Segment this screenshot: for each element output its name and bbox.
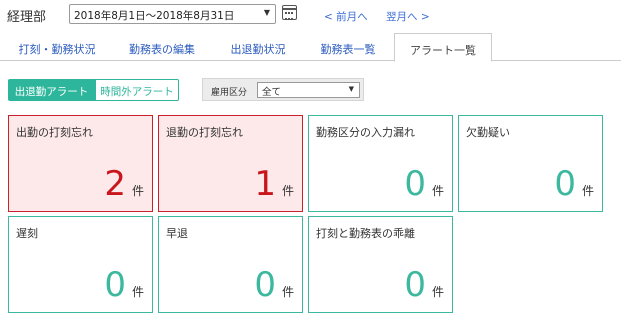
card-count: 0 xyxy=(404,265,426,305)
card-unit: 件 xyxy=(281,184,294,198)
employment-select[interactable]: 全て ▼ xyxy=(257,82,360,98)
card-unit: 件 xyxy=(431,285,444,299)
overtime-alert-toggle[interactable]: 時間外アラート xyxy=(95,79,179,101)
page-header: 経理部 2018年8月1日～2018年8月31日 ▼ < 前月へ 翌月へ > xyxy=(0,0,621,30)
card-unit: 件 xyxy=(431,184,444,198)
chevron-down-icon: ▼ xyxy=(263,8,270,17)
card-count: 2 xyxy=(104,164,126,204)
card-count: 0 xyxy=(554,164,576,204)
card-unit: 件 xyxy=(131,184,144,198)
tab-clock-status[interactable]: 打刻・勤務状況 xyxy=(8,33,106,61)
prev-month-link[interactable]: < 前月へ xyxy=(324,9,368,24)
card-count: 1 xyxy=(254,164,276,204)
attendance-alert-toggle[interactable]: 出退勤アラート xyxy=(8,79,95,101)
period-select[interactable]: 2018年8月1日～2018年8月31日 ▼ xyxy=(69,4,276,24)
department-name: 経理部 xyxy=(7,10,47,25)
tab-bar: 打刻・勤務状況 勤務表の編集 出退勤状況 勤務表一覧 アラート一覧 xyxy=(0,33,621,62)
employment-filter-label: 雇用区分 xyxy=(211,88,248,98)
card-count: 0 xyxy=(254,265,276,305)
alert-card-missed-clock-in[interactable]: 出勤の打刻忘れ 2 件 xyxy=(8,115,153,212)
card-title: 勤務区分の入力漏れ xyxy=(316,126,415,139)
tab-edit-timesheet[interactable]: 勤務表の編集 xyxy=(113,33,211,61)
card-title: 早退 xyxy=(166,227,188,240)
card-count: 0 xyxy=(404,164,426,204)
card-unit: 件 xyxy=(131,285,144,299)
tab-attendance-status[interactable]: 出退勤状況 xyxy=(215,33,301,61)
chevron-down-icon: ▼ xyxy=(348,85,354,93)
card-unit: 件 xyxy=(281,285,294,299)
card-title: 遅刻 xyxy=(16,227,38,240)
employment-select-value: 全て xyxy=(262,87,282,98)
alert-card-clock-timesheet-gap[interactable]: 打刻と勤務表の乖離 0 件 xyxy=(308,216,453,313)
card-title: 退勤の打刻忘れ xyxy=(166,126,243,139)
card-title: 打刻と勤務表の乖離 xyxy=(316,227,415,240)
card-title: 欠勤疑い xyxy=(466,126,510,139)
alert-card-missing-work-type[interactable]: 勤務区分の入力漏れ 0 件 xyxy=(308,115,453,212)
card-unit: 件 xyxy=(581,184,594,198)
alert-card-missed-clock-out[interactable]: 退勤の打刻忘れ 1 件 xyxy=(158,115,303,212)
period-value: 2018年8月1日～2018年8月31日 xyxy=(74,10,235,22)
alert-card-late[interactable]: 遅刻 0 件 xyxy=(8,216,153,313)
next-month-link[interactable]: 翌月へ > xyxy=(386,9,430,24)
tab-alert-list[interactable]: アラート一覧 xyxy=(394,33,492,62)
calendar-icon[interactable] xyxy=(282,5,297,20)
card-count: 0 xyxy=(104,265,126,305)
alert-card-early-leave[interactable]: 早退 0 件 xyxy=(158,216,303,313)
tab-timesheet-list[interactable]: 勤務表一覧 xyxy=(305,33,391,61)
employment-filter: 雇用区分 全て ▼ xyxy=(202,78,364,101)
card-title: 出勤の打刻忘れ xyxy=(16,126,93,139)
alert-card-suspected-absence[interactable]: 欠勤疑い 0 件 xyxy=(458,115,603,212)
